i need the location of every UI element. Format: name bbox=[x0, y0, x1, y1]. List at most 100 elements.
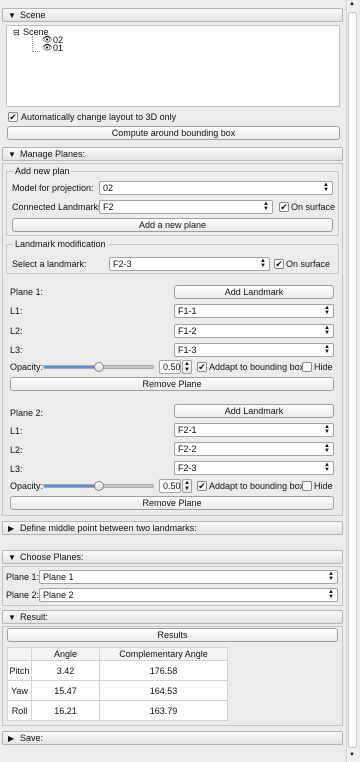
on-surface-checkbox-modification[interactable]: ✔ bbox=[274, 259, 284, 269]
add-new-plane-button[interactable]: Add a new plane bbox=[12, 218, 333, 232]
scroll-up-icon[interactable]: ▲ bbox=[349, 1, 355, 7]
choose-plane1-label: Plane 1: bbox=[6, 572, 40, 582]
angle-cell: 3.42 bbox=[31, 660, 100, 681]
plane1-l1-select[interactable]: F1-1 ▲ ▼ bbox=[174, 304, 334, 318]
complementary-angle-cell: 163.79 bbox=[99, 700, 228, 721]
spin-arrows-icon[interactable]: ▲ ▼ bbox=[182, 479, 192, 493]
plane2-l1-label: L1: bbox=[10, 426, 23, 436]
plane2-opacity-slider[interactable] bbox=[43, 481, 154, 491]
plane1-opacity-label: Opacity: bbox=[10, 362, 44, 372]
updown-arrow-icon: ▲ ▼ bbox=[324, 325, 330, 336]
plane1-hide-label: Hide bbox=[314, 362, 333, 372]
row-header: Roll bbox=[7, 700, 32, 721]
scene-section-header[interactable]: ▼ Scene bbox=[2, 8, 343, 22]
model-projection-label: Model for projection: bbox=[12, 183, 94, 193]
plane1-remove-button[interactable]: Remove Plane bbox=[10, 377, 334, 391]
choose-plane2-label: Plane 2: bbox=[6, 590, 40, 600]
on-surface-checkbox-new-plan[interactable]: ✔ bbox=[279, 202, 289, 212]
column-header: Complementary Angle bbox=[99, 647, 228, 661]
compute-bounding-box-button[interactable]: Compute around bounding box bbox=[7, 126, 340, 140]
choose-plane1-select[interactable]: Plane 1 ▲ ▼ bbox=[39, 570, 338, 584]
plane1-add-landmark-button[interactable]: Add Landmark bbox=[174, 285, 334, 299]
plane2-l3-select[interactable]: F2-3 ▲ ▼ bbox=[174, 461, 334, 475]
model-projection-select[interactable]: 02 ▲ ▼ bbox=[99, 181, 333, 195]
connected-landmarks-label: Connected Landmarks: bbox=[12, 202, 106, 212]
plane2-title: Plane 2: bbox=[10, 408, 44, 418]
on-surface-label: On surface bbox=[291, 202, 336, 212]
plane2-hide-checkbox[interactable] bbox=[302, 481, 312, 491]
updown-arrow-icon: ▲ ▼ bbox=[324, 462, 330, 473]
table-row: Yaw 15.47 164.53 bbox=[7, 680, 228, 701]
choose-plane2-select[interactable]: Plane 2 ▲ ▼ bbox=[39, 588, 338, 602]
add-new-plan-title: Add new plan bbox=[13, 166, 72, 176]
choose-planes-section-header[interactable]: ▼ Choose Planes: bbox=[2, 550, 343, 564]
auto-layout-label: Automatically change layout to 3D only bbox=[21, 112, 177, 122]
results-button[interactable]: Results bbox=[7, 628, 338, 642]
results-table: Angle Complementary Angle Pitch 3.42 176… bbox=[7, 647, 228, 721]
collapse-icon: ▼ bbox=[8, 10, 16, 20]
spin-arrows-icon[interactable]: ▲ ▼ bbox=[182, 360, 192, 374]
collapse-icon: ▼ bbox=[8, 149, 16, 159]
select-landmark-select[interactable]: F2-3 ▲ ▼ bbox=[109, 257, 270, 271]
collapse-icon: ▼ bbox=[8, 612, 16, 622]
scene-tree[interactable]: ⊟ Scene 👁 02 👁 01 bbox=[6, 25, 340, 107]
plane1-title: Plane 1: bbox=[10, 287, 44, 297]
plane2-l2-select[interactable]: F2-2 ▲ ▼ bbox=[174, 442, 334, 456]
plane2-l2-label: L2: bbox=[10, 445, 23, 455]
plane1-addapt-checkbox[interactable]: ✔ bbox=[197, 362, 207, 372]
scroll-down-icon[interactable]: ▼ bbox=[349, 752, 355, 758]
updown-arrow-icon: ▲ ▼ bbox=[328, 571, 334, 582]
row-header: Pitch bbox=[7, 660, 32, 681]
plane2-add-landmark-button[interactable]: Add Landmark bbox=[174, 404, 334, 418]
plane2-opacity-spinbox[interactable]: 0.50 ▲ ▼ bbox=[159, 479, 192, 493]
plane2-remove-button[interactable]: Remove Plane bbox=[10, 496, 334, 510]
auto-layout-checkbox[interactable]: ✔ bbox=[8, 112, 18, 122]
updown-arrow-icon: ▲ ▼ bbox=[324, 424, 330, 435]
updown-arrow-icon: ▲ ▼ bbox=[328, 589, 334, 600]
plane1-addapt-label: Addapt to bounding box bbox=[209, 362, 305, 372]
updown-arrow-icon: ▲ ▼ bbox=[324, 344, 330, 355]
result-section-header[interactable]: ▼ Result: bbox=[2, 610, 343, 624]
plane1-l2-select[interactable]: F1-2 ▲ ▼ bbox=[174, 324, 334, 338]
scrollbar-thumb[interactable] bbox=[348, 12, 357, 748]
table-row: Roll 16.21 163.79 bbox=[7, 700, 228, 721]
opacity-slider-fill bbox=[44, 366, 99, 368]
plane2-l1-select[interactable]: F2-1 ▲ ▼ bbox=[174, 423, 334, 437]
plane2-opacity-label: Opacity: bbox=[10, 481, 44, 491]
updown-arrow-icon: ▲ ▼ bbox=[260, 258, 266, 269]
middle-point-section-header[interactable]: ▶ Define middle point between two landma… bbox=[2, 521, 343, 535]
updown-arrow-icon: ▲ ▼ bbox=[323, 182, 329, 193]
plane2-addapt-label: Addapt to bounding box bbox=[209, 481, 305, 491]
opacity-slider-fill bbox=[44, 485, 99, 487]
tree-item-01[interactable]: 01 bbox=[53, 43, 63, 53]
vertical-scrollbar[interactable]: ▲ ▼ bbox=[346, 0, 358, 762]
expand-icon: ▶ bbox=[8, 733, 15, 743]
plane1-hide-checkbox[interactable] bbox=[302, 362, 312, 372]
on-surface-label: On surface bbox=[286, 259, 331, 269]
landmark-modification-title: Landmark modification bbox=[13, 239, 108, 249]
tree-expander-icon[interactable]: ⊟ bbox=[13, 28, 20, 37]
updown-arrow-icon: ▲ ▼ bbox=[263, 201, 269, 212]
plane1-opacity-spinbox[interactable]: 0.50 ▲ ▼ bbox=[159, 360, 192, 374]
column-header: Angle bbox=[31, 647, 100, 661]
plane1-opacity-slider[interactable] bbox=[43, 362, 154, 372]
plane2-l3-label: L3: bbox=[10, 464, 23, 474]
plane2-addapt-checkbox[interactable]: ✔ bbox=[197, 481, 207, 491]
opacity-slider-knob[interactable] bbox=[93, 481, 104, 491]
eye-icon[interactable]: 👁 bbox=[42, 43, 52, 52]
select-landmark-label: Select a landmark: bbox=[12, 259, 87, 269]
opacity-slider-knob[interactable] bbox=[93, 362, 104, 372]
complementary-angle-cell: 176.58 bbox=[99, 660, 228, 681]
table-header-row: Angle Complementary Angle bbox=[7, 647, 228, 661]
row-header: Yaw bbox=[7, 680, 32, 701]
updown-arrow-icon: ▲ ▼ bbox=[324, 443, 330, 454]
manage-planes-section-header[interactable]: ▼ Manage Planes: bbox=[2, 147, 343, 161]
connected-landmarks-select[interactable]: F2 ▲ ▼ bbox=[99, 200, 273, 214]
collapse-icon: ▼ bbox=[8, 552, 16, 562]
plane2-hide-label: Hide bbox=[314, 481, 333, 491]
tree-connector bbox=[32, 36, 40, 52]
plane1-l1-label: L1: bbox=[10, 306, 23, 316]
save-section-header[interactable]: ▶ Save: bbox=[2, 731, 343, 745]
plane1-l3-select[interactable]: F1-3 ▲ ▼ bbox=[174, 343, 334, 357]
updown-arrow-icon: ▲ ▼ bbox=[324, 305, 330, 316]
